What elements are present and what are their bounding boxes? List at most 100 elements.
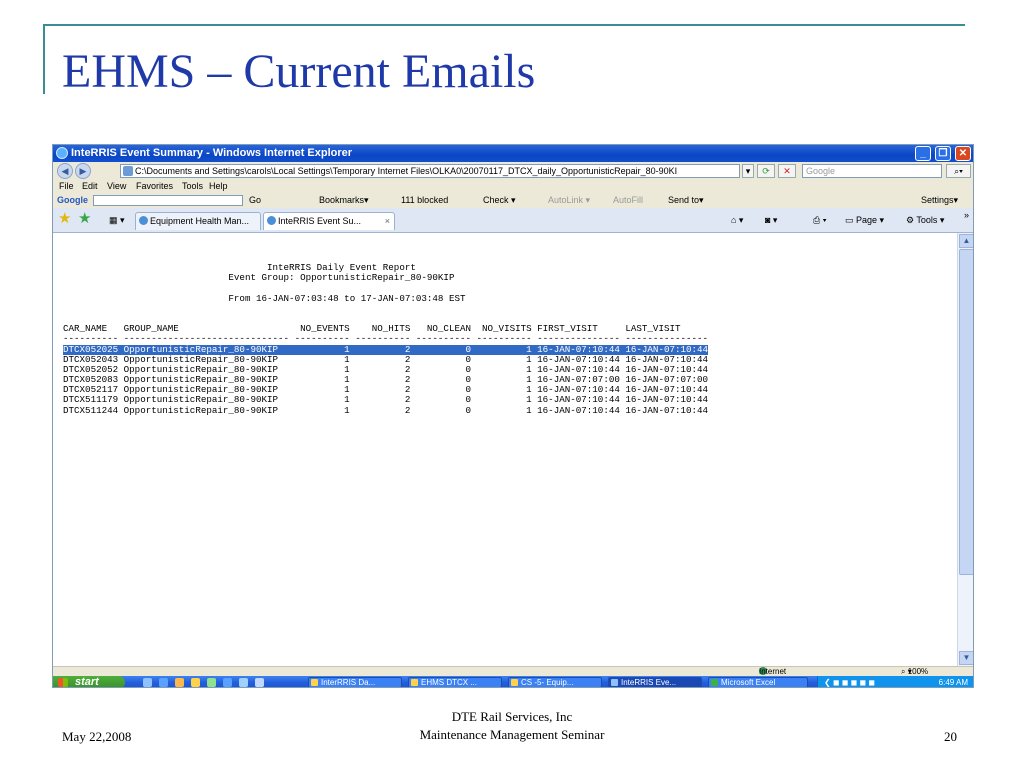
page-icon: [123, 166, 133, 176]
forward-icon[interactable]: ▶: [75, 163, 91, 179]
tab-label: InteRRIS Event Su...: [278, 216, 362, 226]
spell-check-button[interactable]: Check ▾: [483, 193, 516, 208]
tab-interris-event[interactable]: InteRRIS Event Su... ×: [263, 212, 395, 230]
back-icon[interactable]: ◀: [57, 163, 73, 179]
favorites-star-icon[interactable]: ★: [58, 211, 71, 227]
menu-tools[interactable]: Tools: [182, 180, 203, 193]
app-icon: [611, 679, 618, 686]
tab-equipment-health[interactable]: Equipment Health Man...: [135, 212, 261, 230]
chevron-more-icon[interactable]: »: [964, 208, 969, 222]
report-separator: ---------- -----------------------------…: [63, 333, 709, 345]
google-search-input[interactable]: [93, 195, 243, 206]
report-date-range: From 16-JAN-07:03:48 to 17-JAN-07:03:48 …: [63, 292, 466, 304]
taskbar-item[interactable]: InterRRIS Da...: [308, 677, 402, 687]
window-titlebar: InteRRIS Event Summary - Windows Interne…: [53, 145, 973, 162]
taskbar-item-label: Microsoft Excel: [721, 678, 776, 687]
google-logo: Google: [57, 195, 88, 205]
tray-icons[interactable]: ❮ ◼ ◼ ◼ ◼ ◼: [824, 676, 875, 687]
quicklaunch-icon[interactable]: [175, 678, 184, 687]
footer-company-name: DTE Rail Services, Inc: [451, 709, 573, 724]
footer-date: May 22,2008: [62, 729, 132, 744]
title-rule-left: [43, 24, 45, 94]
browser-screenshot: InteRRIS Event Summary - Windows Interne…: [52, 144, 974, 688]
quicklaunch-icon[interactable]: [191, 678, 200, 687]
vertical-scrollbar[interactable]: ▲ ▼: [957, 233, 973, 666]
close-button[interactable]: ✕: [955, 146, 971, 161]
start-label: start: [75, 676, 99, 688]
google-go-button[interactable]: Go: [249, 193, 261, 208]
google-toolbar: Google Go Bookmarks▾ 111 blocked Check ▾…: [53, 193, 973, 209]
window-title: InteRRIS Event Summary - Windows Interne…: [71, 147, 353, 159]
address-dropdown-icon[interactable]: ▾: [742, 164, 754, 178]
refresh-icon[interactable]: ⟳: [757, 164, 775, 178]
autolink-button[interactable]: AutoLink ▾: [548, 193, 590, 208]
ie-logo-icon: [56, 147, 68, 159]
quicklaunch-icon[interactable]: [207, 678, 216, 687]
add-favorite-icon[interactable]: ★: [78, 211, 91, 227]
menu-favorites[interactable]: Favorites: [136, 180, 173, 193]
report-event-group: Event Group: OpportunisticRepair_80-90KI…: [63, 272, 455, 284]
tab-bar: ★ ★ ▦ ▾ Equipment Health Man... InteRRIS…: [53, 208, 973, 233]
taskbar-item-label: EHMS DTCX ...: [421, 678, 478, 687]
app-icon: [511, 679, 518, 686]
page-menu-label: Page ▾: [856, 215, 885, 225]
tools-menu-label: Tools ▾: [916, 215, 945, 225]
minimize-button[interactable]: _: [915, 146, 931, 161]
page-number: 20: [944, 729, 957, 744]
footer-seminar-name: Maintenance Management Seminar: [419, 727, 605, 742]
taskbar-item[interactable]: InteRRIS Eve...: [608, 677, 702, 687]
autofill-button[interactable]: AutoFill: [613, 193, 643, 208]
taskbar-item-label: InterRRIS Da...: [321, 678, 376, 687]
taskbar-item-label: InteRRIS Eve...: [621, 678, 677, 687]
taskbar-item[interactable]: CS -5- Equip...: [508, 677, 602, 687]
gear-icon: ⚙: [906, 215, 917, 225]
taskbar-item-label: CS -5- Equip...: [521, 678, 574, 687]
stop-icon[interactable]: ✕: [778, 164, 796, 178]
tools-menu[interactable]: ⚙ Tools ▾: [906, 213, 944, 227]
windows-flag-icon: [58, 678, 68, 687]
page-menu-icon: ▭: [845, 215, 857, 225]
scroll-thumb[interactable]: [959, 249, 973, 575]
maximize-button[interactable]: ❐: [935, 146, 951, 161]
title-rule-top: [43, 24, 965, 26]
search-input[interactable]: Google: [802, 164, 942, 178]
footer-company: DTE Rail Services, Inc Maintenance Manag…: [300, 708, 724, 744]
popup-blocked-count[interactable]: 111 blocked: [401, 193, 448, 208]
app-icon: [411, 679, 418, 686]
address-bar-row: ◀ ▶ C:\Documents and Settings\carols\Loc…: [53, 162, 973, 181]
slide-title: EHMS – Current Emails: [62, 45, 536, 98]
home-icon[interactable]: ⌂ ▾: [731, 213, 743, 227]
taskbar-item[interactable]: Microsoft Excel: [708, 677, 808, 687]
address-text: C:\Documents and Settings\carols\Local S…: [135, 166, 678, 176]
bookmarks-button[interactable]: Bookmarks▾: [319, 193, 369, 208]
windows-taskbar: start InterRRIS Da... EHMS DTCX ... CS -…: [53, 676, 973, 688]
taskbar-item[interactable]: EHMS DTCX ...: [408, 677, 502, 687]
quicklaunch-icon[interactable]: [223, 678, 232, 687]
menu-file[interactable]: File: [59, 180, 74, 193]
tab-label: Equipment Health Man...: [150, 216, 250, 226]
scroll-down-icon[interactable]: ▼: [959, 651, 973, 665]
ie-page-icon: [267, 216, 276, 225]
menu-help[interactable]: Help: [209, 180, 228, 193]
start-button[interactable]: start: [53, 676, 125, 688]
search-icon[interactable]: ⌕▾: [946, 164, 971, 178]
scroll-up-icon[interactable]: ▲: [959, 234, 973, 248]
quicklaunch-icon[interactable]: [159, 678, 168, 687]
send-to-button[interactable]: Send to▾: [668, 193, 704, 208]
quicklaunch-icon[interactable]: [143, 678, 152, 687]
settings-button[interactable]: Settings▾: [921, 193, 958, 208]
page-icon: [139, 216, 148, 225]
menu-edit[interactable]: Edit: [82, 180, 98, 193]
quick-tabs-icon[interactable]: ▦ ▾: [109, 213, 125, 227]
menu-view[interactable]: View: [107, 180, 126, 193]
table-row[interactable]: DTCX511244 OpportunisticRepair_80-90KIP …: [63, 405, 708, 416]
feeds-icon[interactable]: ◙ ▾: [765, 213, 777, 227]
event-report: InteRRIS Daily Event Report Event Group:…: [63, 262, 709, 416]
address-input[interactable]: C:\Documents and Settings\carols\Local S…: [120, 164, 740, 178]
quicklaunch-icon[interactable]: [255, 678, 264, 687]
quicklaunch-icon[interactable]: [239, 678, 248, 687]
tab-close-icon[interactable]: ×: [385, 213, 390, 229]
print-icon[interactable]: ⎙ ▾: [813, 213, 826, 227]
clock: 6:49 AM: [938, 678, 968, 687]
page-menu[interactable]: ▭ Page ▾: [845, 213, 884, 227]
